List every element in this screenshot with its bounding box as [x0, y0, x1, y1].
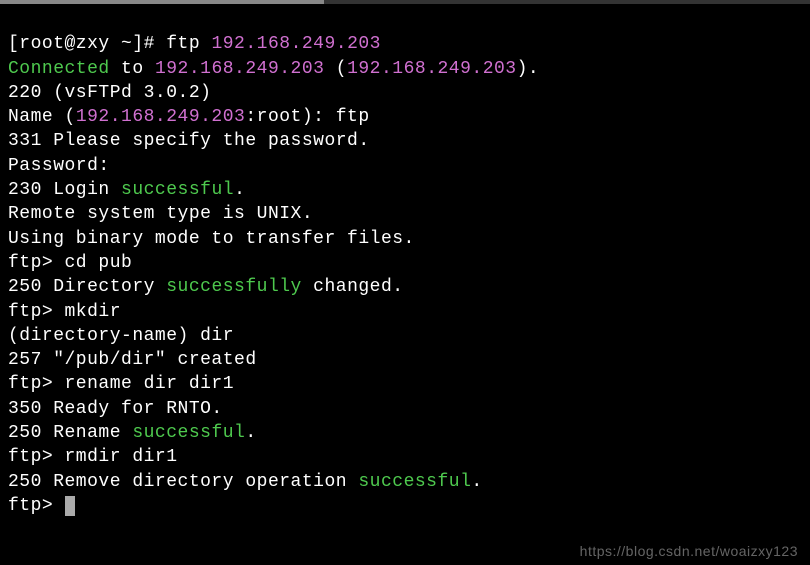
ftp-command: ftp [166, 34, 211, 54]
response-250c-post: . [471, 472, 482, 492]
ftp-cd-cmd: ftp> cd pub [8, 253, 132, 273]
window-topbar [0, 0, 810, 4]
response-350: 350 Ready for RNTO. [8, 399, 223, 419]
paren-close: ). [517, 59, 540, 79]
terminal-cursor[interactable] [65, 496, 75, 516]
ftp-prompt: ftp> [8, 496, 65, 516]
successful-text-3: successful [358, 472, 471, 492]
paren-open: ( [324, 59, 347, 79]
response-250c-pre: 250 Remove directory operation [8, 472, 358, 492]
ftp-rmdir-cmd: ftp> rmdir dir1 [8, 447, 178, 467]
ftp-rename-cmd: ftp> rename dir dir1 [8, 374, 234, 394]
response-220: 220 (vsFTPd 3.0.2) [8, 83, 211, 103]
response-257: 257 "/pub/dir" created [8, 350, 257, 370]
watermark-text: https://blog.csdn.net/woaizxy123 [580, 543, 798, 559]
remote-system: Remote system type is UNIX. [8, 204, 313, 224]
successful-text-2: successful [132, 423, 245, 443]
ftp-mkdir-cmd: ftp> mkdir [8, 302, 121, 322]
connected-ip2: 192.168.249.203 [347, 59, 517, 79]
terminal-output[interactable]: [root@zxy ~]# ftp 192.168.249.203 Connec… [8, 8, 802, 518]
response-230-pre: 230 Login [8, 180, 121, 200]
name-post: :root): ftp [245, 107, 369, 127]
ftp-host-ip: 192.168.249.203 [211, 34, 381, 54]
connected-text: to [110, 59, 155, 79]
response-230-post: . [234, 180, 245, 200]
password-prompt: Password: [8, 156, 110, 176]
successful-text: successful [121, 180, 234, 200]
directory-name: (directory-name) dir [8, 326, 234, 346]
response-250a-pre: 250 Directory [8, 277, 166, 297]
response-250b-post: . [245, 423, 256, 443]
name-ip: 192.168.249.203 [76, 107, 246, 127]
response-250a-post: changed. [302, 277, 404, 297]
shell-prompt: [root@zxy ~]# [8, 34, 166, 54]
response-250b-pre: 250 Rename [8, 423, 132, 443]
connected-ip1: 192.168.249.203 [155, 59, 325, 79]
response-331: 331 Please specify the password. [8, 131, 370, 151]
name-pre: Name ( [8, 107, 76, 127]
binary-mode: Using binary mode to transfer files. [8, 229, 415, 249]
connected-label: Connected [8, 59, 110, 79]
successfully-text: successfully [166, 277, 302, 297]
